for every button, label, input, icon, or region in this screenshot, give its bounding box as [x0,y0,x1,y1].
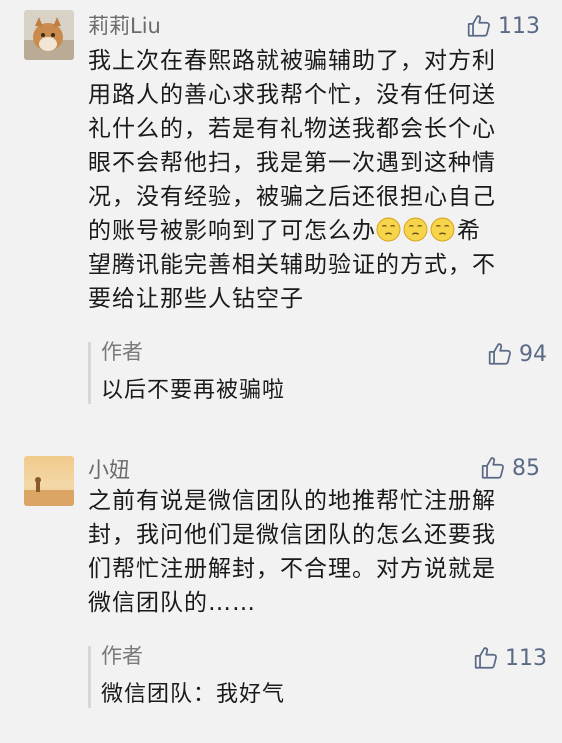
like-button[interactable]: 85 [480,454,540,482]
avatar[interactable] [24,456,74,506]
avatar[interactable] [24,10,74,60]
comment-item: 小妞 85 之前有说是微信团队的地推帮忙注册解 封，我问他们是微信团队的怎么还要… [0,456,562,716]
comments-page: 莉莉Liu 113 我上次在春熙路就被骗辅助了，对方利 用路人的善心求我帮个忙，… [0,0,562,743]
reply-like-button[interactable]: 113 [473,644,547,672]
reply-text: 以后不要再被骗啦 [101,378,286,403]
like-count: 85 [512,455,540,481]
comment-text: 之前有说是微信团队的地推帮忙注册解 封，我问他们是微信团队的怎么还要我 们帮忙注… [88,488,496,616]
comment-nickname[interactable]: 莉莉Liu [88,16,161,37]
pensive-face-icon [376,217,401,242]
like-count: 113 [498,13,540,39]
thumbs-up-icon [467,15,490,37]
like-button[interactable]: 113 [466,12,540,40]
thumbs-up-icon [488,343,511,365]
pensive-face-icon [430,217,455,242]
comment-item: 莉莉Liu 113 我上次在春熙路就被骗辅助了，对方利 用路人的善心求我帮个忙，… [0,10,562,410]
thumbs-up-icon [474,647,497,669]
reply-text: 微信团队：我好气 [101,682,286,707]
comment-nickname[interactable]: 小妞 [88,460,130,481]
author-reply: 作者 94 以后不要再被骗啦 [88,340,547,404]
like-count: 113 [505,645,547,671]
reply-like-button[interactable]: 94 [487,340,547,368]
like-count: 94 [519,341,547,367]
reply-author: 作者 [101,644,143,668]
comment-text: 我上次在春熙路就被骗辅助了，对方利 用路人的善心求我帮个忙，没有任何送 礼什么的… [88,48,496,312]
pensive-face-icon [403,217,428,242]
author-reply: 作者 113 微信团队：我好气 [88,644,547,708]
reply-author: 作者 [101,340,143,364]
thumbs-up-icon [481,457,504,479]
